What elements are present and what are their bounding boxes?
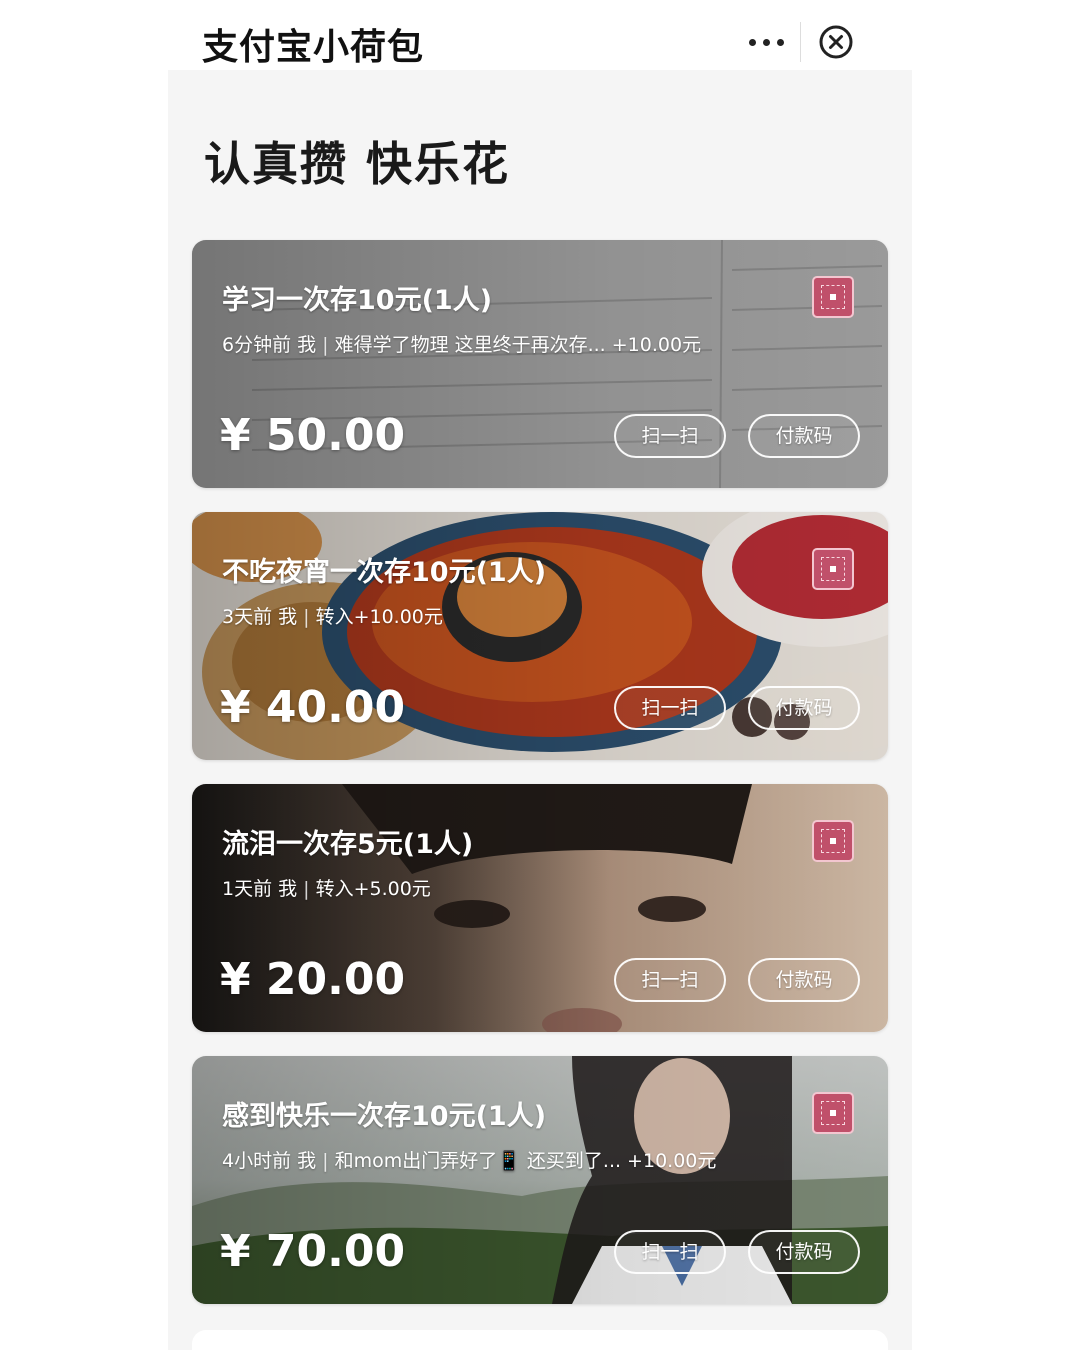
card-time: 1天前: [222, 878, 273, 900]
qr-code-icon[interactable]: [812, 548, 854, 590]
phone-screen: 支付宝小荷包 认真攒 快乐花 学习一次存10元(1人) 6分钟前 我 | 难得学…: [168, 0, 912, 1370]
scan-button[interactable]: 扫一扫: [614, 686, 726, 730]
card-subtitle: 4小时前 我 | 和mom出门弄好了📱 还买到了... +10.00元: [222, 1146, 716, 1173]
scan-button[interactable]: 扫一扫: [614, 414, 726, 458]
separator: |: [303, 878, 310, 900]
card-title: 感到快乐一次存10元(1人): [222, 1101, 547, 1132]
card-subtitle: 3天前 我 | 转入+10.00元: [222, 602, 443, 629]
qr-code-icon[interactable]: [812, 820, 854, 862]
next-card-partial[interactable]: [192, 1330, 888, 1370]
card-title: 流泪一次存5元(1人): [222, 829, 474, 860]
qr-code-icon[interactable]: [812, 1092, 854, 1134]
savings-card-study[interactable]: 学习一次存10元(1人) 6分钟前 我 | 难得学了物理 这里终于再次存... +1…: [192, 240, 888, 488]
card-user: 我: [278, 878, 298, 900]
separator: |: [322, 1150, 329, 1172]
card-time: 4小时前: [222, 1150, 292, 1172]
card-amount: ¥ 20.00: [220, 954, 406, 1005]
close-circle-icon[interactable]: [818, 24, 854, 60]
card-time: 6分钟前: [222, 334, 292, 356]
card-note: 转入+5.00元: [315, 878, 431, 900]
card-amount: ¥ 70.00: [220, 1226, 406, 1277]
savings-card-no-midnight-snack[interactable]: 不吃夜宵一次存10元(1人) 3天前 我 | 转入+10.00元 ¥ 40.00 扫…: [192, 512, 888, 760]
card-title: 不吃夜宵一次存10元(1人): [222, 557, 547, 588]
card-amount: ¥ 50.00: [220, 410, 406, 461]
pay-code-button[interactable]: 付款码: [748, 1230, 860, 1274]
separator: |: [322, 334, 329, 356]
card-note: 转入+10.00元: [315, 606, 443, 628]
pay-code-button[interactable]: 付款码: [748, 686, 860, 730]
card-note: 和mom出门弄好了📱 还买到了... +10.00元: [334, 1150, 717, 1172]
card-title: 学习一次存10元(1人): [222, 285, 493, 316]
page-headline: 认真攒 快乐花: [204, 137, 511, 191]
card-user: 我: [297, 334, 317, 356]
savings-card-happy[interactable]: 感到快乐一次存10元(1人) 4小时前 我 | 和mom出门弄好了📱 还买到了...…: [192, 1056, 888, 1304]
card-user: 我: [297, 1150, 317, 1172]
card-subtitle: 1天前 我 | 转入+5.00元: [222, 874, 431, 901]
topbar-divider: [800, 22, 801, 62]
card-amount: ¥ 40.00: [220, 682, 406, 733]
pay-code-button[interactable]: 付款码: [748, 958, 860, 1002]
more-dots-icon[interactable]: [740, 22, 792, 62]
qr-code-icon[interactable]: [812, 276, 854, 318]
top-bar: 支付宝小荷包: [168, 0, 912, 70]
separator: |: [303, 606, 310, 628]
scan-button[interactable]: 扫一扫: [614, 958, 726, 1002]
app-title: 支付宝小荷包: [202, 27, 425, 68]
savings-card-tears[interactable]: 流泪一次存5元(1人) 1天前 我 | 转入+5.00元 ¥ 20.00 扫一扫 付…: [192, 784, 888, 1032]
card-subtitle: 6分钟前 我 | 难得学了物理 这里终于再次存... +10.00元: [222, 330, 701, 357]
pay-code-button[interactable]: 付款码: [748, 414, 860, 458]
card-note: 难得学了物理 这里终于再次存... +10.00元: [334, 334, 702, 356]
scan-button[interactable]: 扫一扫: [614, 1230, 726, 1274]
card-user: 我: [278, 606, 298, 628]
card-time: 3天前: [222, 606, 273, 628]
